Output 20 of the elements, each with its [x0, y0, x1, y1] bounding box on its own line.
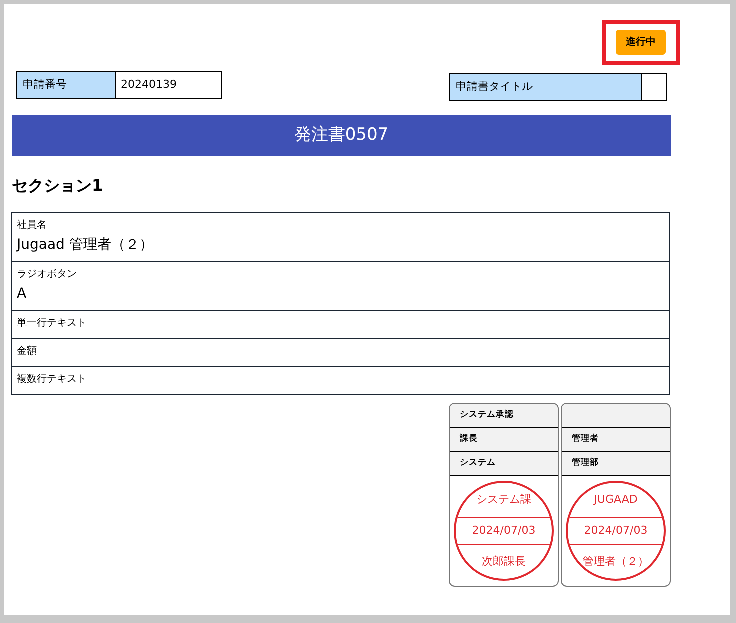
approval-header-cell: システム承認	[450, 404, 558, 428]
field-value: Jugaad 管理者（２）	[17, 236, 154, 255]
approval-stamp: システム課 2024/07/03 次郎課長	[454, 481, 554, 581]
field-label: 単一行テキスト	[17, 317, 88, 331]
field-label: ラジオボタン	[17, 268, 78, 282]
approval-stamp: JUGAAD 2024/07/03 管理者（２）	[566, 481, 666, 581]
approval-department-cell: システム	[450, 452, 558, 476]
approval-role-cell: 管理者	[562, 428, 670, 452]
status-button[interactable]: 進行中	[616, 30, 666, 55]
field-value: A	[17, 285, 28, 304]
field-label: 複数行テキスト	[17, 372, 88, 387]
field-label: 社員名	[17, 218, 48, 233]
field-label: 金額	[17, 344, 38, 359]
field-label: 申請書タイトル	[450, 74, 642, 100]
section-title: セクション1	[12, 175, 104, 197]
field-label: 申請番号	[17, 72, 116, 98]
approval-role-cell: 課長	[450, 428, 558, 452]
approval-department-cell: 管理部	[562, 452, 670, 476]
form-title: 発注書0507	[12, 115, 671, 156]
field-value: 20240139	[120, 76, 178, 93]
